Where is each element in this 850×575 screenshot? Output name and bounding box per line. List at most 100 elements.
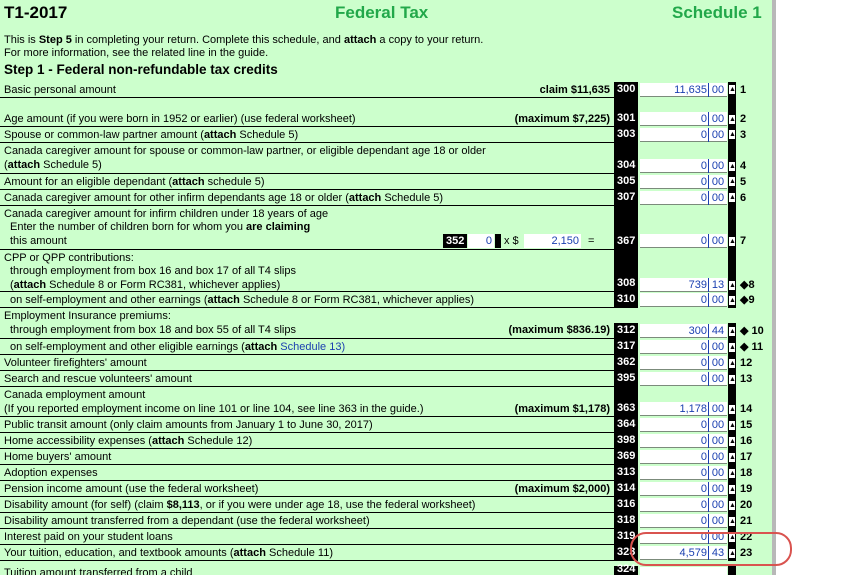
line-5-input[interactable]: 0 00 [640, 175, 727, 189]
line-18-input[interactable]: 0 00 [640, 466, 727, 480]
line-8-input[interactable]: 739 13 [640, 278, 727, 292]
line-352-code: 352 [443, 234, 468, 248]
line-label: Search and rescue volunteers' amount [4, 373, 192, 385]
spinner-icon[interactable]: ▲ [729, 162, 736, 171]
line-label: Your tuition, education, and textbook am… [4, 547, 334, 559]
line-12-input[interactable]: 0 00 [640, 356, 727, 370]
line-max: (maximum $2,000) [514, 483, 610, 495]
spinner-icon[interactable]: ▲ [729, 359, 736, 368]
line-17-input[interactable]: 0 00 [640, 450, 727, 464]
line-code: 314 [614, 481, 638, 497]
line-label: Canada employment amount [4, 389, 146, 401]
line-21-input[interactable]: 0 00 [640, 514, 727, 528]
line-17-row: Home buyers' amount 369 0 00 ▲ 17 [0, 449, 772, 465]
form-title: Federal Tax [335, 3, 429, 22]
line-number: 12 [740, 357, 753, 369]
spinner-icon[interactable]: ▲ [729, 421, 736, 430]
line-number: 15 [740, 419, 753, 431]
spinner-icon[interactable]: ▲ [729, 85, 736, 94]
line-9-input[interactable]: 0 00 [640, 293, 727, 307]
schedule-label: Schedule 1 [672, 3, 762, 22]
line-18-row: Adoption expenses 313 0 00 ▲ 18 [0, 465, 772, 481]
spinner-icon[interactable]: ▲ [729, 469, 736, 478]
line-number: 14 [740, 403, 753, 415]
line-code: 364 [614, 417, 638, 433]
line-label: Age amount (if you were born in 1952 or … [4, 113, 356, 125]
intro-line-2: For more information, see the related li… [4, 47, 269, 59]
step-heading: Step 1 - Federal non-refundable tax cred… [4, 62, 278, 77]
line-label: Disability amount (for self) (claim $8,1… [4, 499, 476, 511]
line-code: 318 [614, 513, 638, 529]
spinner-icon[interactable]: ▲ [729, 281, 736, 290]
line-10-input[interactable]: 300 44 [640, 324, 727, 338]
line-12-row: Volunteer firefighters' amount 362 0 00 ▲ 12 [0, 355, 772, 371]
line-21-row: Disability amount transferred from a dep… [0, 513, 772, 529]
line-2-input[interactable]: 0 00 [640, 112, 727, 126]
line-15-input[interactable]: 0 00 [640, 418, 727, 432]
spinner-icon[interactable]: ▲ [729, 296, 736, 305]
line-code: 300 [614, 82, 638, 98]
line-16-input[interactable]: 0 00 [640, 434, 727, 448]
line-label: Disability amount transferred from a dep… [4, 515, 370, 527]
line-20-row: Disability amount (for self) (claim $8,1… [0, 497, 772, 513]
ei-block: Employment Insurance premiums: through e… [0, 308, 772, 355]
spinner-icon[interactable]: ▲ [729, 327, 736, 336]
line-24-row: Tuition amount transferred from a child … [0, 563, 772, 575]
line-code: 369 [614, 449, 638, 465]
line-16-row: Home accessibility expenses (attach Sche… [0, 433, 772, 449]
line-3-input[interactable]: 0 00 [640, 128, 727, 142]
spinner-icon[interactable]: ▲ [729, 453, 736, 462]
intro-line-1: This is Step 5 in completing your return… [4, 34, 484, 46]
spinner-icon[interactable]: ▲ [729, 485, 736, 494]
line-6-row: Canada caregiver amount for other infirm… [0, 190, 772, 206]
line-14-row: Canada employment amount (If you reported… [0, 387, 772, 417]
spinner-icon[interactable] [495, 234, 501, 248]
line-5-row: Amount for an eligible dependant (attach… [0, 174, 772, 190]
line-20-input[interactable]: 0 00 [640, 498, 727, 512]
line-label: Volunteer firefighters' amount [4, 357, 147, 369]
spinner-icon[interactable]: ▲ [729, 115, 736, 124]
line-code: 363 [614, 387, 638, 417]
children-count-input[interactable]: 0 [468, 234, 494, 248]
line-number: 17 [740, 451, 753, 463]
line-1-input[interactable]: 11,635 00 [640, 83, 727, 97]
line-4-row: Canada caregiver amount for spouse or co… [0, 143, 772, 174]
line-6-input[interactable]: 0 00 [640, 191, 727, 205]
line-11-input[interactable]: 0 00 [640, 340, 727, 354]
line-2-row: Age amount (if you were born in 1952 or … [0, 98, 772, 127]
line-max: (maximum $1,178) [514, 403, 610, 415]
line-19-input[interactable]: 0 00 [640, 482, 727, 496]
schedule-13-link[interactable]: Schedule 13) [280, 341, 345, 353]
spinner-icon[interactable]: ▲ [729, 405, 736, 414]
form-id: T1-2017 [4, 3, 68, 22]
line-19-row: Pension income amount (use the federal w… [0, 481, 772, 497]
spinner-icon[interactable]: ▲ [729, 343, 736, 352]
line-13-input[interactable]: 0 00 [640, 372, 727, 386]
line-number: 20 [740, 499, 753, 511]
line-number: 18 [740, 467, 753, 479]
line-code: 362 [614, 355, 638, 371]
spinner-icon[interactable]: ▲ [729, 517, 736, 526]
line-code: 316 [614, 497, 638, 513]
line-13-row: Search and rescue volunteers' amount 395 0… [0, 371, 772, 387]
spinner-icon[interactable]: ▲ [729, 177, 736, 186]
line-number: 16 [740, 435, 753, 447]
spinner-icon[interactable]: ▲ [729, 193, 736, 202]
cpp-block: CPP or QPP contributions: through employ… [0, 250, 772, 308]
spinner-icon[interactable]: ▲ [729, 501, 736, 510]
line-claim: claim $11,635 [539, 84, 610, 96]
line-label: Public transit amount (only claim amount… [4, 419, 373, 431]
line-label: Home buyers' amount [4, 451, 112, 463]
spinner-icon[interactable]: ▲ [729, 437, 736, 446]
spinner-icon[interactable]: ▲ [729, 375, 736, 384]
line-number: 19 [740, 483, 753, 495]
window-shadow [772, 0, 776, 575]
spinner-icon[interactable]: ▲ [729, 130, 736, 139]
line-code: 313 [614, 465, 638, 481]
spinner-icon[interactable]: ▲ [729, 237, 736, 246]
line-7-input[interactable]: 0 00 [640, 234, 727, 248]
line-4-input[interactable]: 0 00 [640, 159, 727, 173]
line-14-input[interactable]: 1,178 00 [640, 402, 727, 416]
line-23-highlight-annotation [630, 532, 792, 566]
line-label: Basic personal amount [4, 84, 116, 96]
